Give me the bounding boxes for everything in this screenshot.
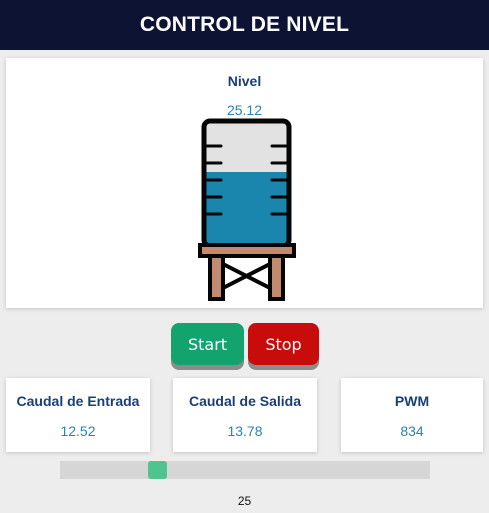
- tank-leg-left: [208, 254, 225, 301]
- tank-leg-right: [268, 254, 285, 301]
- level-value: 25.12: [226, 102, 263, 118]
- level-card: Nivel 25.12: [6, 58, 483, 308]
- pwm-slider[interactable]: [60, 461, 430, 479]
- water-tank-icon: [198, 118, 296, 301]
- slider-handle[interactable]: [147, 461, 167, 479]
- stop-button[interactable]: Stop: [248, 323, 319, 365]
- inflow-value: 12.52: [60, 423, 96, 439]
- pwm-card: PWM 834: [341, 378, 483, 452]
- tank-cross-brace: [222, 262, 271, 290]
- page-title: CONTROL DE NIVEL: [139, 13, 350, 36]
- tank-water-fill: [204, 172, 289, 246]
- level-label: Nivel: [227, 73, 262, 89]
- pwm-label: PWM: [394, 393, 430, 409]
- inflow-card: Caudal de Entrada 12.52: [6, 378, 150, 452]
- outflow-card: Caudal de Salida 13.78: [173, 378, 317, 452]
- outflow-value: 13.78: [227, 423, 263, 439]
- slider-value-readout: 25: [237, 494, 252, 508]
- inflow-label: Caudal de Entrada: [16, 393, 140, 409]
- header-bar: CONTROL DE NIVEL: [0, 0, 489, 50]
- outflow-label: Caudal de Salida: [188, 393, 302, 409]
- pwm-value: 834: [400, 423, 424, 439]
- start-button[interactable]: Start: [171, 323, 244, 365]
